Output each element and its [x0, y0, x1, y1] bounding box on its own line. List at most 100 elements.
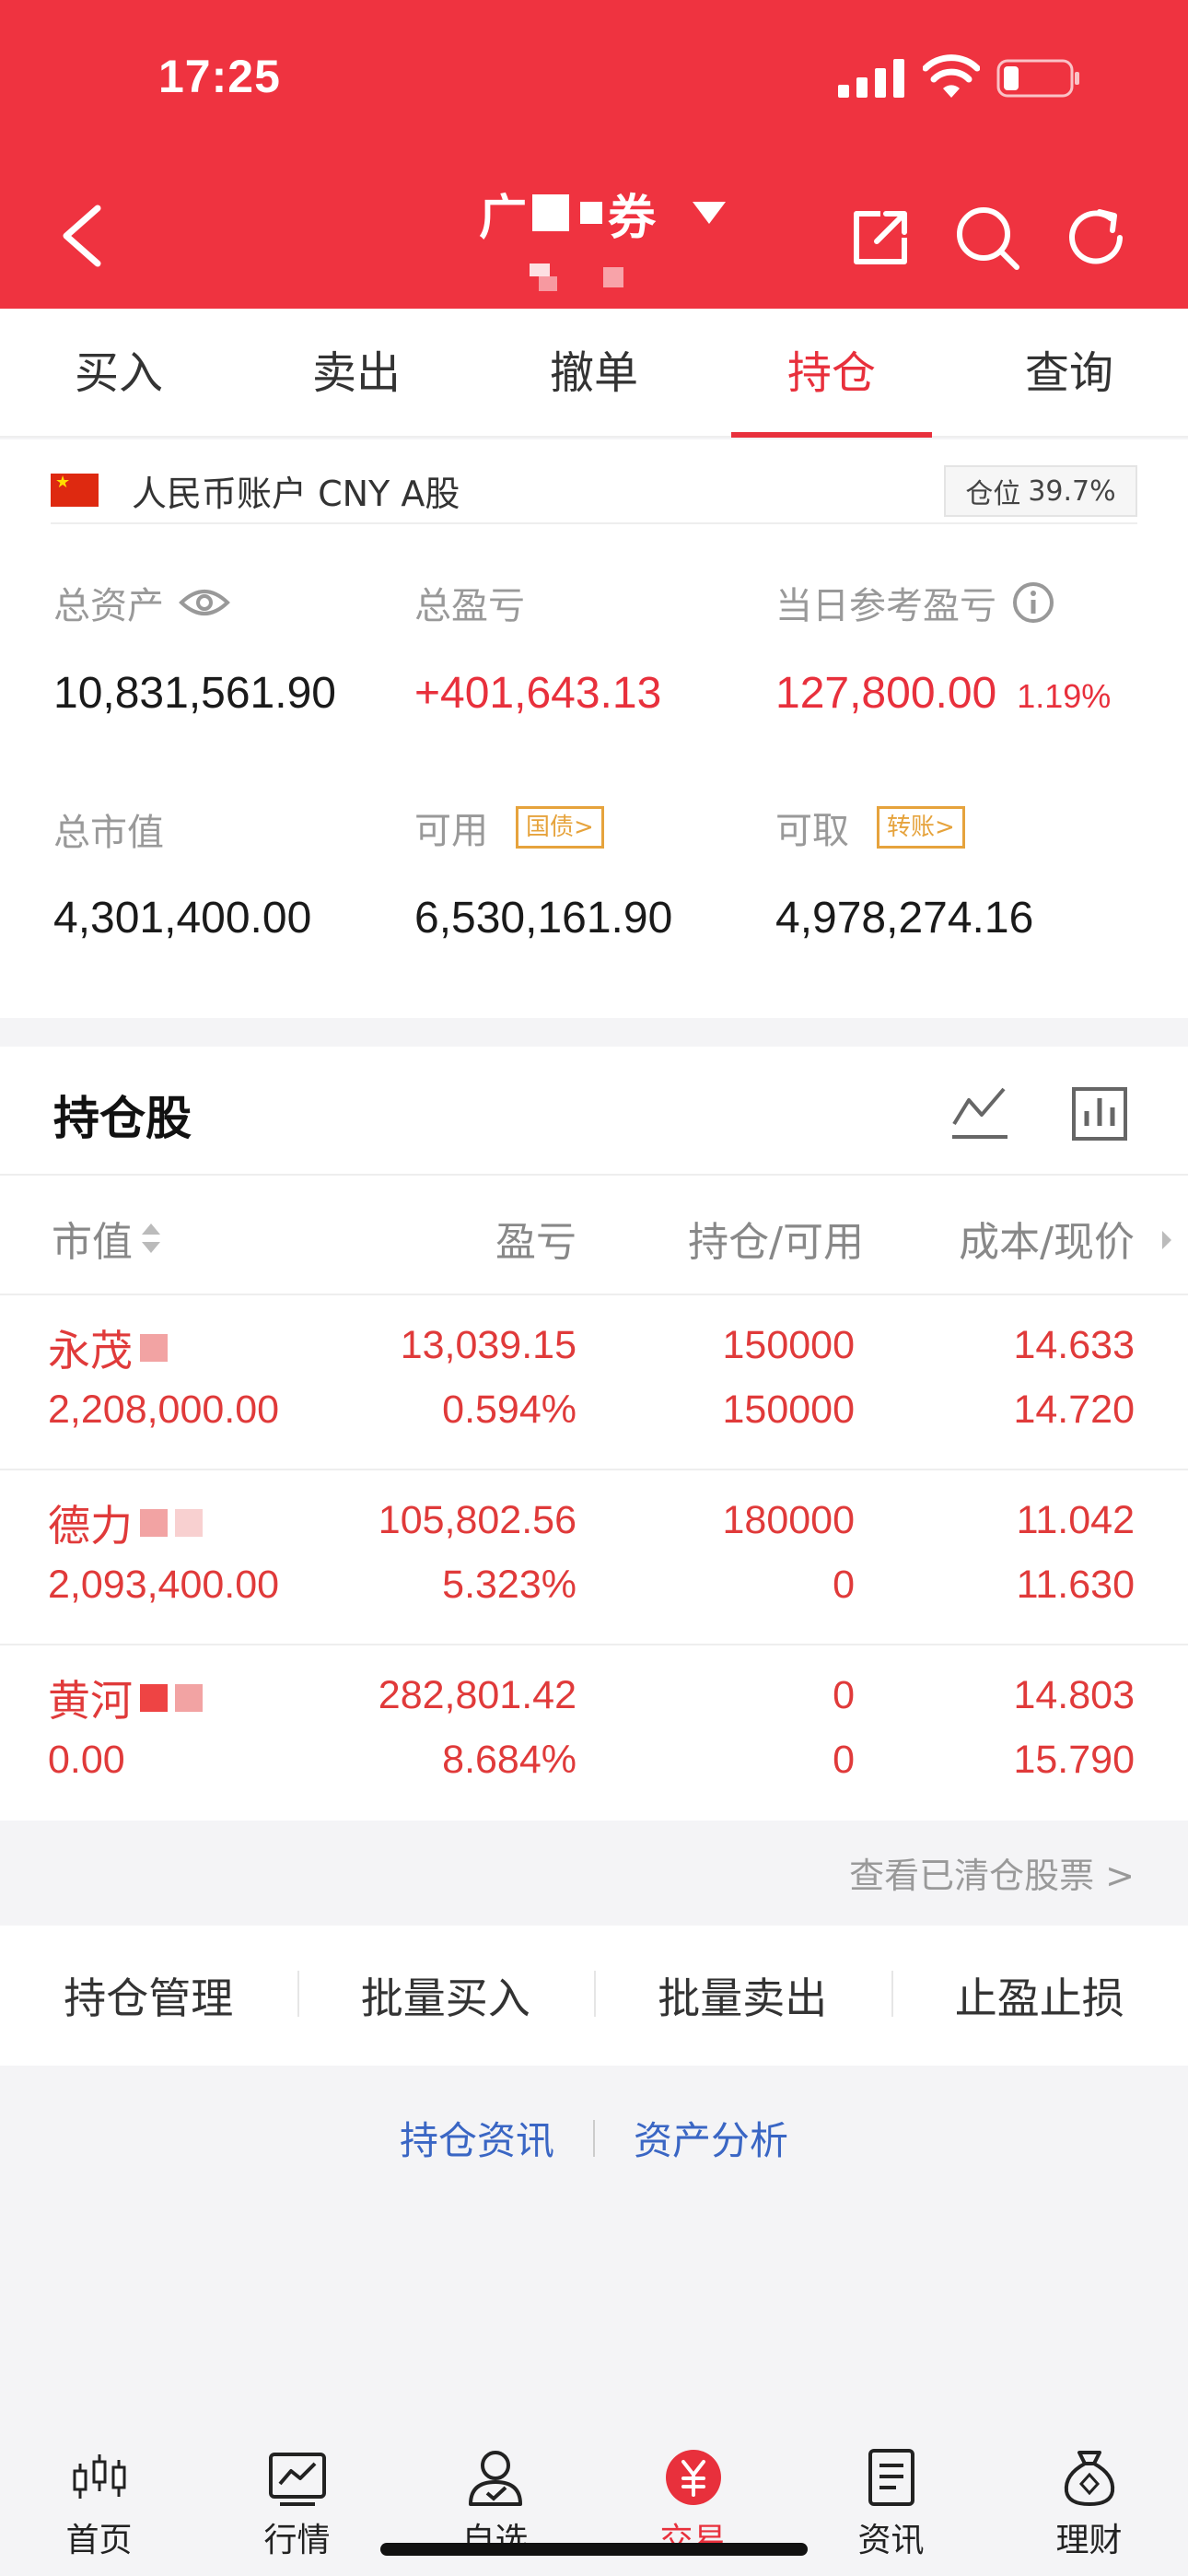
column-pl[interactable]: 盈亏 — [495, 1209, 577, 1268]
column-price[interactable]: 成本/现价 — [959, 1209, 1135, 1268]
tab-cancel-order[interactable]: 撤单 — [475, 309, 713, 436]
nav-home[interactable]: 首页 — [0, 2421, 198, 2576]
market-value-value: 4,301,400.00 — [53, 894, 312, 943]
app-header: 17:25 广 券 — [0, 0, 1188, 309]
column-market-value-label: 市值 — [52, 1219, 133, 1266]
stock-name: 永茂 — [48, 1326, 133, 1376]
cost-cell: 11.042 — [1016, 1498, 1135, 1542]
price-cell: 15.790 — [1013, 1738, 1135, 1782]
stock-name-group: 永茂 — [48, 1317, 168, 1378]
pl-cell: 13,039.15 — [400, 1323, 577, 1367]
divider — [593, 2119, 595, 2157]
position-management-button[interactable]: 持仓管理 — [0, 1965, 297, 2026]
position-ratio-badge: 仓位 39.7% — [944, 465, 1137, 517]
pl-cell: 282,801.42 — [378, 1673, 577, 1717]
pl-percent-cell: 0.594% — [442, 1388, 577, 1432]
batch-buy-button[interactable]: 批量买入 — [297, 1965, 595, 2026]
total-assets-value: 10,831,561.90 — [53, 669, 336, 718]
tab-buy[interactable]: 买入 — [0, 309, 238, 436]
table-row[interactable]: 黄河 0.00 282,801.42 8.684% 0 0 14.803 15.… — [0, 1645, 1188, 1821]
redacted-mosaic — [530, 263, 623, 291]
transfer-tag[interactable]: 转账> — [877, 806, 965, 849]
nav-market-label: 行情 — [263, 2522, 331, 2559]
stock-name-group: 德力 — [48, 1493, 203, 1553]
treasury-bond-tag[interactable]: 国债> — [516, 806, 604, 849]
search-icon[interactable] — [950, 201, 1024, 275]
stock-name: 德力 — [48, 1501, 133, 1551]
daily-pl-label: 当日参考盈亏 — [775, 585, 996, 627]
redacted-mosaic — [532, 194, 570, 231]
batch-sell-button[interactable]: 批量卖出 — [594, 1965, 891, 2026]
account-summary: 人民币账户 CNY A股 仓位 39.7% 总资产 总盈亏 当日参考盈亏 10,… — [0, 439, 1188, 1018]
column-qty[interactable]: 持仓/可用 — [688, 1209, 864, 1268]
withdrawable-value: 4,978,274.16 — [775, 894, 1034, 943]
moneybag-icon — [1064, 2451, 1114, 2507]
nav-market[interactable]: 行情 — [198, 2421, 396, 2576]
home-indicator[interactable] — [380, 2543, 808, 2556]
available-cell: 0 — [833, 1563, 855, 1607]
table-row[interactable]: 永茂 2,208,000.00 13,039.15 0.594% 150000 … — [0, 1295, 1188, 1470]
holdings-title: 持仓股 — [53, 1092, 192, 1145]
account-selector[interactable]: 人民币账户 CNY A股 — [51, 458, 460, 522]
available-cell: 0 — [833, 1738, 855, 1782]
position-value: 39.7% — [1028, 474, 1116, 508]
wifi-icon — [923, 54, 980, 98]
column-market-value[interactable]: 市值 — [52, 1209, 162, 1268]
total-assets-label-group: 总资产 — [53, 576, 230, 629]
refresh-icon[interactable] — [1059, 201, 1133, 275]
view-cleared-stocks-link[interactable]: 查看已清仓股票 > — [849, 1847, 1135, 1898]
broker-title-prefix: 广 — [479, 190, 528, 246]
position-news-link[interactable]: 持仓资讯 — [400, 2110, 554, 2166]
asset-analysis-link[interactable]: 资产分析 — [634, 2110, 788, 2166]
tab-positions[interactable]: 持仓 — [713, 309, 950, 438]
total-assets-label: 总资产 — [53, 585, 164, 627]
redacted-mosaic — [175, 1509, 203, 1537]
pl-percent-cell: 5.323% — [442, 1563, 577, 1607]
nav-home-label: 首页 — [65, 2522, 133, 2559]
cost-cell: 14.803 — [1013, 1673, 1135, 1717]
qty-cell: 150000 — [722, 1323, 856, 1367]
qty-cell: 180000 — [722, 1498, 856, 1542]
total-pl-label: 总盈亏 — [414, 585, 525, 627]
nav-wealth[interactable]: 理财 — [990, 2421, 1188, 2576]
status-time: 17:25 — [158, 51, 281, 102]
back-icon[interactable] — [57, 203, 105, 269]
position-label: 仓位 — [965, 478, 1021, 510]
tab-sell[interactable]: 卖出 — [238, 309, 475, 436]
stock-name-group: 黄河 — [48, 1668, 203, 1728]
stock-name: 黄河 — [48, 1676, 133, 1726]
divider — [51, 522, 1137, 524]
yuan-icon — [665, 2450, 721, 2505]
trade-tabs: 买入 卖出 撤单 持仓 查询 — [0, 309, 1188, 438]
price-cell: 14.720 — [1013, 1388, 1135, 1432]
table-row[interactable]: 德力 2,093,400.00 105,802.56 5.323% 180000… — [0, 1470, 1188, 1645]
trend-chart-icon[interactable] — [949, 1083, 1011, 1142]
available-value: 6,530,161.90 — [414, 894, 673, 943]
nav-news-label: 资讯 — [857, 2522, 925, 2559]
redacted-mosaic — [140, 1509, 168, 1537]
info-icon[interactable] — [1011, 580, 1055, 625]
withdrawable-label-group: 可取 转账> — [775, 801, 965, 854]
nav-news[interactable]: 资讯 — [792, 2421, 990, 2576]
daily-pl-group: 127,800.00 1.19% — [775, 668, 1111, 719]
user-icon — [468, 2451, 522, 2506]
price-cell: 11.630 — [1016, 1563, 1135, 1607]
redacted-mosaic — [140, 1334, 168, 1362]
dropdown-caret-icon — [693, 202, 727, 224]
tab-query[interactable]: 查询 — [950, 309, 1188, 436]
available-cell: 150000 — [722, 1388, 856, 1432]
market-value-cell: 0.00 — [48, 1738, 125, 1782]
share-icon[interactable] — [844, 201, 917, 275]
scroll-right-icon[interactable] — [1159, 1227, 1175, 1253]
market-value-label: 总市值 — [53, 812, 164, 854]
account-name: 人民币账户 CNY A股 — [132, 473, 460, 514]
bar-chart-icon[interactable] — [1068, 1083, 1131, 1142]
eye-icon[interactable] — [179, 586, 230, 619]
daily-pl-percent: 1.19% — [1017, 677, 1112, 715]
broker-selector[interactable]: 广 券 — [479, 181, 727, 246]
redacted-mosaic — [140, 1684, 168, 1712]
take-profit-stop-loss-button[interactable]: 止盈止损 — [891, 1965, 1188, 2026]
total-pl-value: +401,643.13 — [414, 669, 662, 718]
divider — [0, 1174, 1188, 1176]
cost-cell: 14.633 — [1013, 1323, 1135, 1367]
